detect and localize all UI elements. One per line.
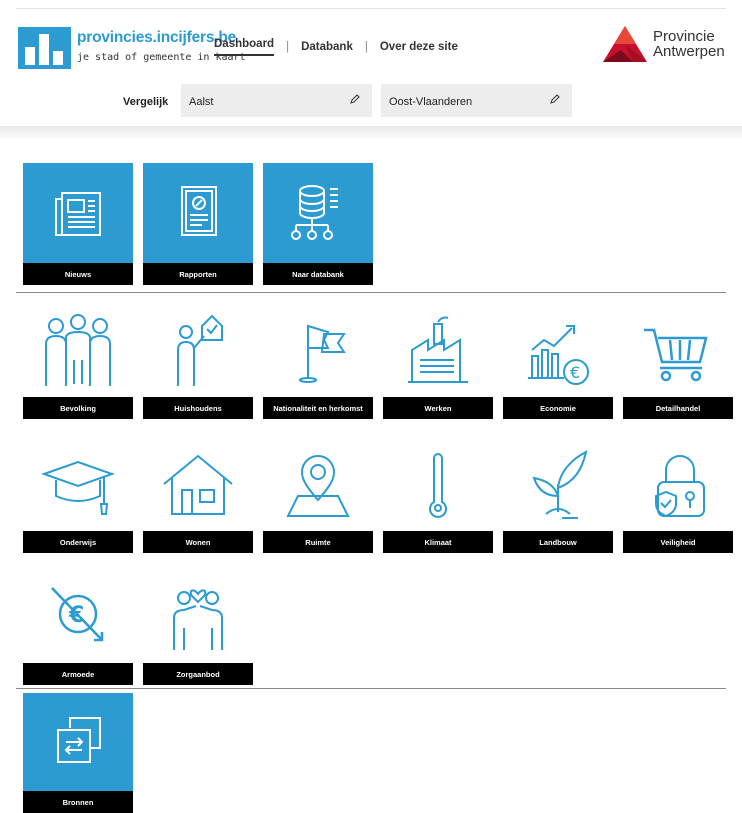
tile-label: Werken [383,397,493,419]
report-icon [181,186,217,236]
nav-separator: | [364,41,368,53]
tile-werken[interactable]: Werken [383,302,493,419]
household-icon [177,314,223,386]
tile-rapporten[interactable]: Rapporten [143,163,253,285]
compare-field-1[interactable]: Aalst [181,84,372,117]
people-icon [45,313,111,386]
factory-icon [408,316,468,383]
tile-label: Economie [503,397,613,419]
tile-wonen[interactable]: Wonen [143,436,253,553]
svg-text:€: € [570,363,580,382]
tile-label: Klimaat [383,531,493,553]
nav-separator: | [286,41,290,53]
plant-icon [532,449,588,519]
tile-onderwijs[interactable]: Onderwijs [23,436,133,553]
main-nav: Dashboard | Databank | Over deze site [214,38,458,56]
logo-bars-icon[interactable] [18,27,71,69]
tile-label: Rapporten [143,263,253,285]
tile-label: Armoede [23,663,133,685]
logo-title[interactable]: provincies.incijfers.be [77,29,236,47]
padlock-shield-icon [655,454,705,517]
tile-label: Huishoudens [143,397,253,419]
thermometer-icon [429,452,447,518]
flag-icon [299,324,346,383]
tile-label: Detailhandel [623,397,733,419]
tile-label: Onderwijs [23,531,133,553]
tile-label: Zorgaanbod [143,663,253,685]
house-icon [163,454,233,515]
map-pin-icon [286,454,350,517]
economy-chart-icon: € [528,324,589,385]
compare-field-2[interactable]: Oost-Vlaanderen [381,84,572,117]
tile-landbouw[interactable]: Landbouw [503,436,613,553]
tile-bevolking[interactable]: Bevolking [23,302,133,419]
compare-field-2-value: Oost-Vlaanderen [389,96,473,108]
euro-decline-icon: € [51,586,104,641]
sources-swap-icon [57,717,101,763]
tile-nationaliteit[interactable]: Nationaliteit en herkomst [263,302,373,419]
tile-label: Naar databank [263,263,373,285]
brand-line2: Antwerpen [653,43,725,60]
newspaper-icon [55,192,101,236]
compare-field-1-value: Aalst [189,96,214,108]
tile-economie[interactable]: € Economie [503,302,613,419]
tile-label: Nieuws [23,263,133,285]
pencil-icon[interactable] [550,94,560,104]
nav-dashboard[interactable]: Dashboard [214,38,275,56]
nav-databank[interactable]: Databank [301,41,353,53]
brand-line1: Provincie [653,28,715,45]
nav-over-deze-site[interactable]: Over deze site [380,41,458,53]
shopping-cart-icon [644,328,708,381]
tile-huishoudens[interactable]: Huishoudens [143,302,253,419]
tile-label: Veiligheid [623,531,733,553]
tile-label: Bronnen [23,791,133,813]
tile-armoede[interactable]: € Armoede [23,568,133,685]
care-people-icon [173,588,223,650]
tile-bronnen[interactable]: Bronnen [23,693,133,813]
tile-klimaat[interactable]: Klimaat [383,436,493,553]
tile-label: Bevolking [23,397,133,419]
compare-label: Vergelijk [123,96,169,108]
tile-ruimte[interactable]: Ruimte [263,436,373,553]
tile-label: Ruimte [263,531,373,553]
site-header: provincies.incijfers.be je stad of gemee… [0,0,742,134]
tile-nieuws[interactable]: Nieuws [23,163,133,285]
tile-veiligheid[interactable]: Veiligheid [623,436,733,553]
header-shadow [0,126,742,138]
section-divider [16,292,726,293]
tile-label: Wonen [143,531,253,553]
database-icon [291,185,338,240]
tile-detailhandel[interactable]: Detailhandel [623,302,733,419]
compare-bar: Vergelijk Aalst Oost-Vlaanderen [0,84,742,120]
pencil-icon[interactable] [350,94,360,104]
provincie-antwerpen-logo[interactable]: Provincie Antwerpen [603,26,733,66]
tile-zorgaanbod[interactable]: Zorgaanbod [143,568,253,685]
tile-naar-databank[interactable]: Naar databank [263,163,373,285]
tile-label: Nationaliteit en herkomst [263,397,373,419]
section-divider [16,688,726,689]
tile-label: Landbouw [503,531,613,553]
graduation-cap-icon [40,460,116,515]
province-triangle-icon [603,26,647,62]
